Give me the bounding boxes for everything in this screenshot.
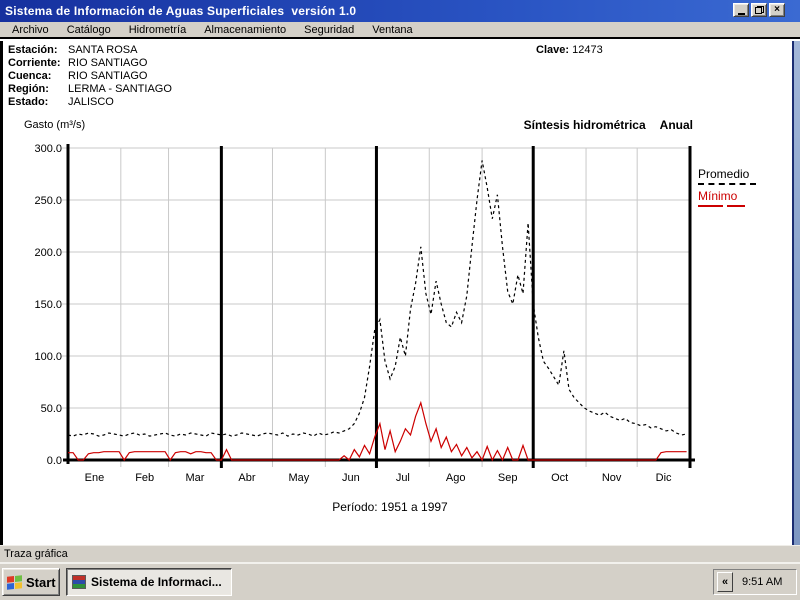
status-bar: Traza gráfica: [0, 545, 800, 562]
legend-minimo-label: Mínimo: [698, 189, 738, 203]
field-value: RIO SANTIAGO: [68, 70, 148, 82]
taskbar-task-button[interactable]: Sistema de Informaci...: [66, 568, 232, 596]
legend-promedio-line-sample: [698, 183, 756, 185]
minimize-icon: [737, 12, 745, 15]
chart-mode: Anual: [659, 118, 693, 132]
field-value: SANTA ROSA: [68, 44, 138, 56]
station-row-estacion: Estación: SANTA ROSA: [8, 44, 172, 57]
clave-value: 12473: [572, 44, 603, 56]
y-axis-title: Gasto (m³/s): [24, 119, 86, 131]
chart-title: Síntesis hidrométrica Anual: [524, 118, 693, 132]
legend-minimo-line-sample: [727, 205, 745, 207]
task-button-label: Sistema de Informaci...: [91, 575, 222, 589]
minimize-button[interactable]: [733, 3, 749, 17]
taskbar-clock: 9:51 AM: [742, 576, 783, 588]
app-icon: [72, 575, 86, 589]
menu-catalogo[interactable]: Catálogo: [58, 23, 120, 37]
station-info: Estación: SANTA ROSA Corriente: RIO SANT…: [8, 44, 172, 109]
legend-minimo-line-sample: [698, 205, 723, 207]
client-area: [0, 41, 800, 545]
clave-label: Clave:: [536, 44, 570, 56]
field-label: Cuenca:: [8, 70, 52, 82]
station-row-region: Región: LERMA - SANTIAGO: [8, 83, 172, 96]
status-text: Traza gráfica: [4, 548, 68, 560]
field-value: LERMA - SANTIAGO: [68, 83, 172, 95]
field-value: JALISCO: [68, 96, 114, 108]
legend-promedio-label: Promedio: [698, 167, 750, 181]
field-label: Estado:: [8, 96, 49, 108]
restore-icon: [754, 6, 764, 14]
window-controls: ×: [731, 3, 785, 17]
window-right-border: [792, 41, 800, 545]
menu-almacenamiento[interactable]: Almacenamiento: [195, 23, 295, 37]
clave-field: Clave: 12473: [536, 44, 603, 56]
system-tray: « 9:51 AM: [713, 569, 797, 595]
menu-hidrometria[interactable]: Hidrometría: [120, 23, 195, 37]
chart-title-text: Síntesis hidrométrica: [523, 118, 646, 132]
menu-seguridad[interactable]: Seguridad: [295, 23, 363, 37]
close-icon: ×: [774, 4, 780, 15]
tray-chevron-button[interactable]: «: [717, 572, 733, 592]
field-label: Corriente:: [8, 57, 61, 69]
menu-ventana[interactable]: Ventana: [363, 23, 421, 37]
start-button[interactable]: Start: [2, 568, 60, 596]
menu-archivo[interactable]: Archivo: [3, 23, 58, 37]
window-title: Sistema de Información de Aguas Superfic…: [5, 4, 357, 18]
title-bar: Sistema de Información de Aguas Superfic…: [0, 0, 800, 22]
field-label: Estación:: [8, 44, 58, 56]
menu-bar: Archivo Catálogo Hidrometría Almacenamie…: [0, 22, 800, 39]
restore-button[interactable]: [751, 3, 767, 17]
taskbar: Start Sistema de Informaci... « 9:51 AM: [0, 562, 800, 600]
period-label: Período: 1951 a 1997: [332, 500, 448, 514]
field-value: RIO SANTIAGO: [68, 57, 148, 69]
windows-flag-icon: [7, 574, 22, 590]
station-row-cuenca: Cuenca: RIO SANTIAGO: [8, 70, 172, 83]
start-label: Start: [26, 574, 56, 590]
field-label: Región:: [8, 83, 49, 95]
station-row-estado: Estado: JALISCO: [8, 96, 172, 109]
station-row-corriente: Corriente: RIO SANTIAGO: [8, 57, 172, 70]
close-button[interactable]: ×: [769, 3, 785, 17]
application-window: Sistema de Información de Aguas Superfic…: [0, 0, 800, 600]
